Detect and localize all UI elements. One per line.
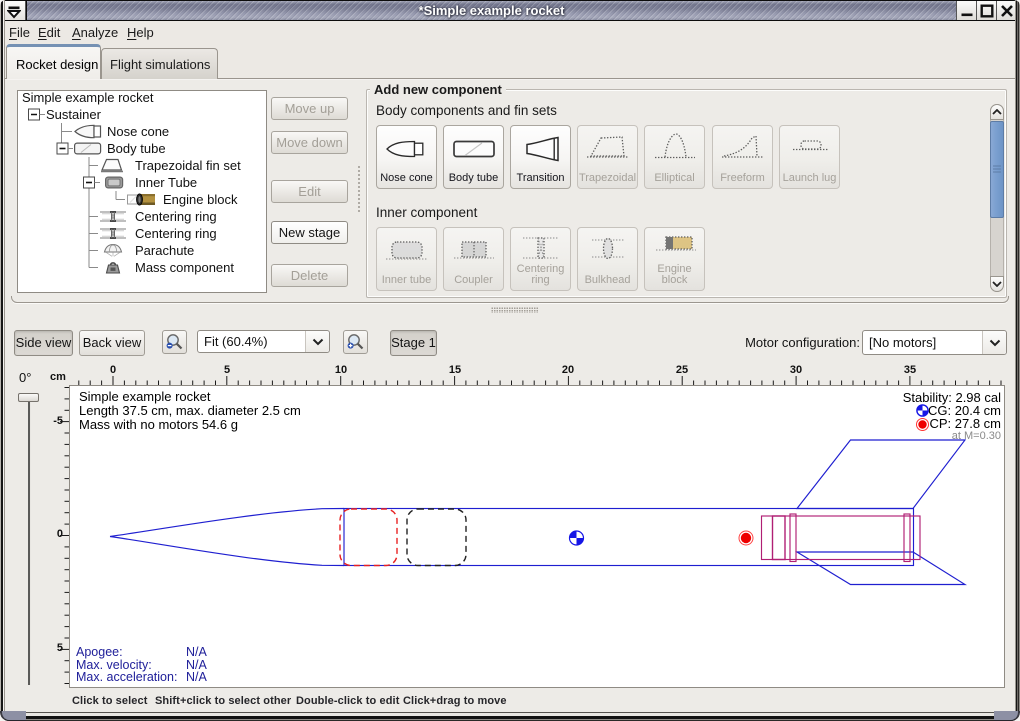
- svg-text:Centering ring: Centering ring: [135, 209, 217, 224]
- svg-text:Parachute: Parachute: [135, 243, 194, 258]
- svg-text:Engine block: Engine block: [163, 192, 238, 207]
- svg-text:Sustainer: Sustainer: [46, 107, 102, 122]
- svg-text:Inner Tube: Inner Tube: [135, 175, 197, 190]
- svg-text:Trapezoidal fin set: Trapezoidal fin set: [135, 158, 241, 173]
- svg-text:Body tube: Body tube: [107, 141, 166, 156]
- svg-text:Simple example rocket: Simple example rocket: [22, 91, 154, 105]
- svg-text:Mass component: Mass component: [135, 260, 234, 275]
- svg-text:Centering ring: Centering ring: [135, 226, 217, 241]
- svg-text:Nose cone: Nose cone: [107, 124, 169, 139]
